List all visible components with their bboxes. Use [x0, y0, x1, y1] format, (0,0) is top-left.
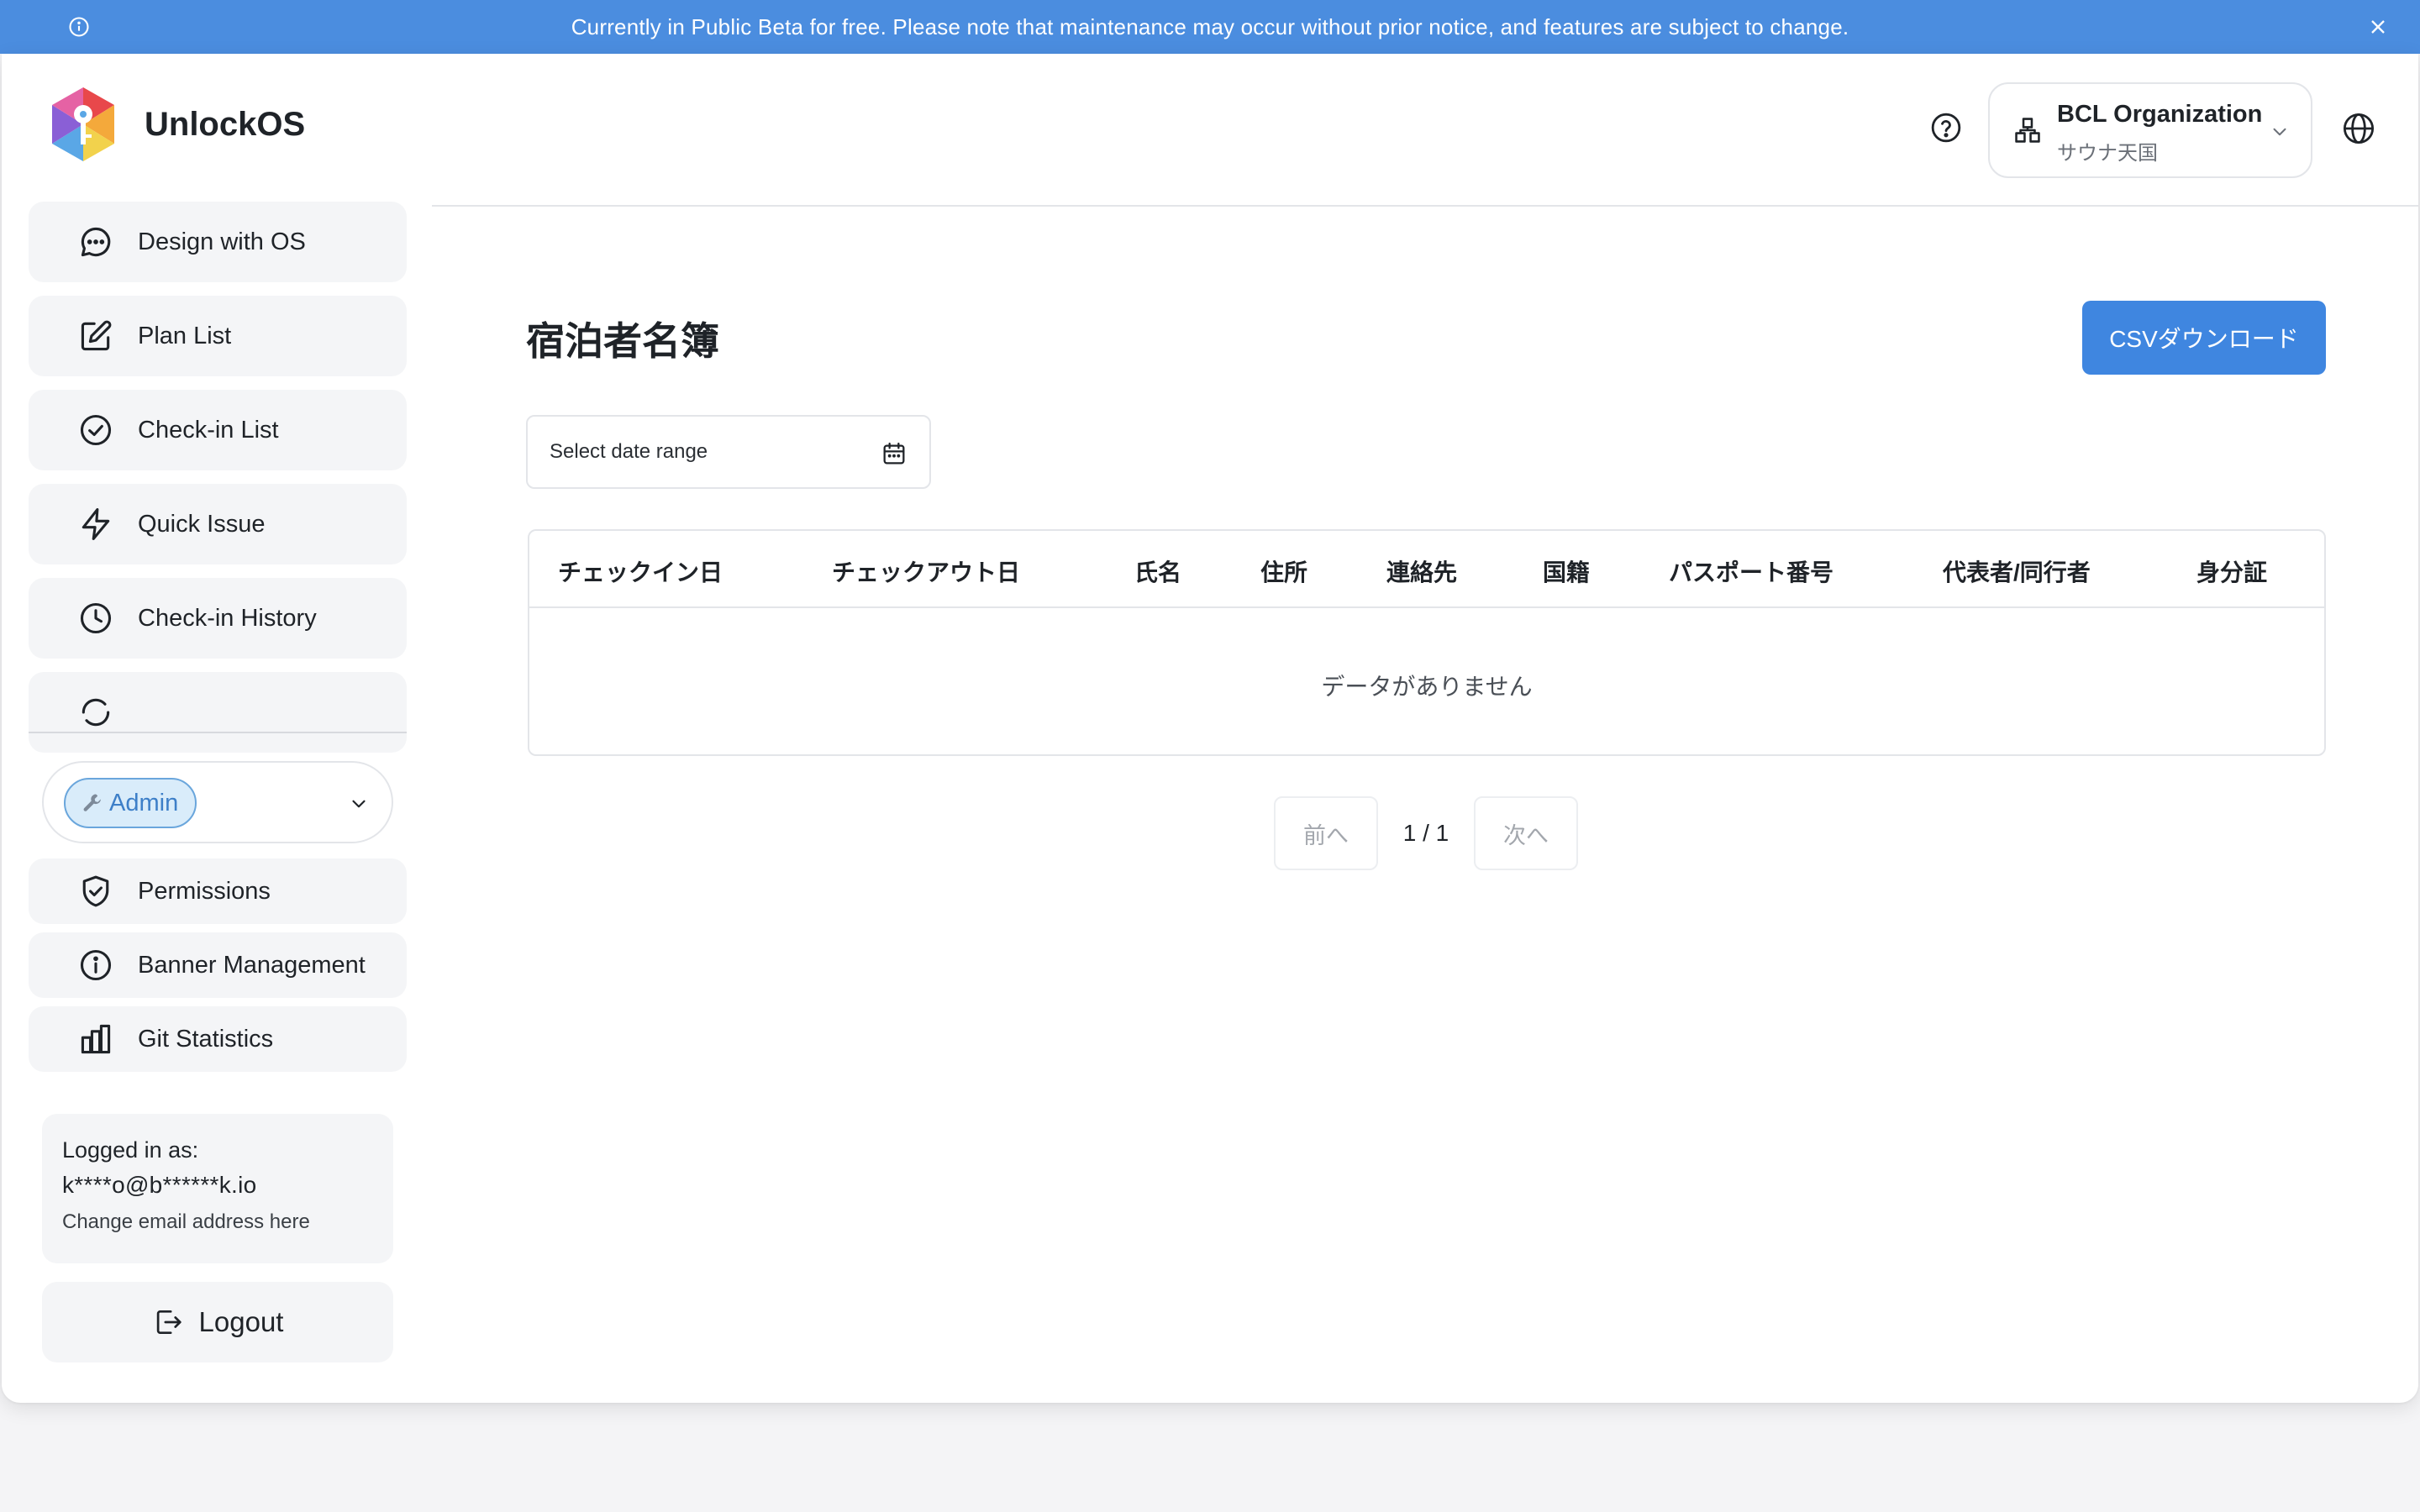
login-email: k****o@b******k.io [62, 1172, 257, 1198]
brand[interactable]: UnlockOS [49, 86, 305, 163]
organization-subname: サウナ天国 [2057, 142, 2158, 165]
logout-icon [156, 1310, 182, 1335]
sidebar-item-label: Banner Management [138, 951, 366, 979]
edit-icon [81, 320, 112, 351]
sidebar-item-label: Check-in History [138, 604, 317, 632]
date-range-placeholder: Select date range [550, 440, 708, 463]
chat-bubble-icon [81, 227, 111, 257]
sidebar-item-label: Plan List [138, 322, 232, 349]
globe-icon[interactable] [2341, 111, 2376, 146]
login-label: Logged in as: [62, 1137, 199, 1163]
sidebar-item-check-in-list[interactable]: Check-in List [29, 390, 407, 470]
csv-download-button[interactable]: CSVダウンロード [2082, 301, 2326, 375]
info-icon [69, 17, 89, 37]
sidebar: UnlockOS Design with OS Plan List Check-… [2, 54, 432, 1403]
date-range-picker[interactable]: Select date range [526, 415, 931, 489]
change-email-link[interactable]: Change email address here [62, 1210, 373, 1234]
sidebar-item-label: Git Statistics [138, 1025, 274, 1053]
sidebar-item-label: Quick Issue [138, 510, 266, 538]
lightning-icon [82, 508, 110, 540]
sidebar-item-permissions[interactable]: Permissions [29, 858, 407, 924]
role-label: Admin [109, 789, 179, 816]
header-divider [432, 205, 2418, 207]
column-header[interactable]: チェックイン日 [558, 554, 723, 588]
chevron-down-icon [2273, 128, 2286, 136]
sidebar-item-label: Check-in List [138, 416, 279, 444]
logout-button[interactable]: Logout [42, 1282, 393, 1362]
sidebar-item-check-in-history[interactable]: Check-in History [29, 578, 407, 659]
logout-label: Logout [198, 1306, 284, 1337]
clock-icon [80, 602, 112, 634]
unlockos-logo-icon [52, 87, 114, 161]
column-header[interactable]: 国籍 [1543, 554, 1590, 588]
chevron-down-icon [352, 800, 366, 808]
login-info-card: Logged in as: k****o@b******k.io Change … [42, 1114, 393, 1263]
check-circle-icon [80, 414, 112, 446]
bar-chart-icon [81, 1024, 111, 1054]
column-header[interactable]: 身分証 [2196, 554, 2267, 588]
table-header: チェックイン日 チェックアウト日 氏名 住所 連絡先 国籍 パスポート番号 代表… [529, 531, 2324, 608]
sidebar-nav[interactable]: Design with OS Plan List Check-in List Q… [29, 202, 407, 759]
pagination-prev-button[interactable]: 前へ [1274, 796, 1378, 870]
shield-check-icon [82, 875, 109, 907]
help-circle-icon[interactable] [1929, 111, 1963, 144]
sidebar-item-git-statistics[interactable]: Git Statistics [29, 1006, 407, 1072]
sidebar-item-banner-management[interactable]: Banner Management [29, 932, 407, 998]
organization-name: BCL Organization [2057, 101, 2263, 128]
sidebar-item-partial[interactable] [29, 672, 407, 753]
organization-switcher[interactable]: BCL Organization サウナ天国 [1988, 82, 2312, 178]
app-window: UnlockOS Design with OS Plan List Check-… [2, 54, 2418, 1403]
column-header[interactable]: 氏名 [1134, 554, 1181, 588]
role-badge: Admin [64, 778, 197, 828]
sidebar-item-quick-issue[interactable]: Quick Issue [29, 484, 407, 564]
guest-register-table: チェックイン日 チェックアウト日 氏名 住所 連絡先 国籍 パスポート番号 代表… [528, 529, 2326, 756]
sidebar-item-plan-list[interactable]: Plan List [29, 296, 407, 376]
info-icon [80, 949, 112, 981]
banner-text: Currently in Public Beta for free. Pleas… [571, 13, 1849, 39]
column-header[interactable]: 住所 [1260, 554, 1307, 588]
sidebar-divider [29, 732, 407, 733]
organization-icon [2015, 118, 2040, 143]
page-title: 宿泊者名簿 [526, 319, 719, 363]
sidebar-item-design-with-os[interactable]: Design with OS [29, 202, 407, 282]
refresh-icon [82, 698, 110, 727]
role-select[interactable]: Admin [42, 761, 393, 843]
calendar-icon [883, 442, 905, 465]
sidebar-item-label: Permissions [138, 877, 271, 905]
close-icon[interactable] [2366, 15, 2390, 39]
column-header[interactable]: 代表者/同行者 [1943, 554, 2091, 588]
column-header[interactable]: 連絡先 [1386, 554, 1457, 588]
column-header[interactable]: パスポート番号 [1669, 554, 1833, 588]
empty-state-text: データがありません [1321, 674, 1533, 700]
pagination-next-button[interactable]: 次へ [1474, 796, 1578, 870]
brand-name: UnlockOS [145, 105, 306, 143]
pagination-info: 1 / 1 [1402, 820, 1449, 846]
column-header[interactable]: チェックアウト日 [832, 554, 1020, 588]
sidebar-item-label: Design with OS [138, 228, 306, 255]
wrench-icon [83, 794, 101, 811]
beta-banner: Currently in Public Beta for free. Pleas… [0, 0, 2420, 54]
